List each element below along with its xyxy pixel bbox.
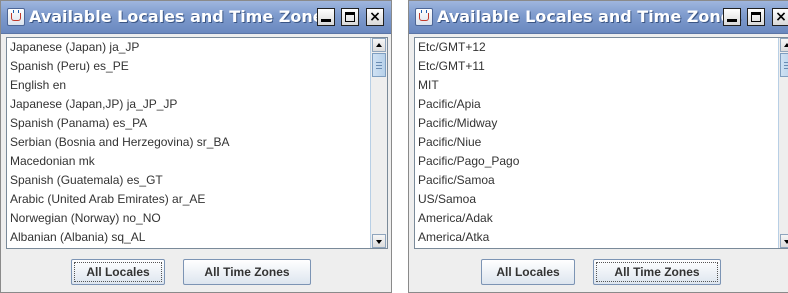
list-item[interactable]: Pacific/Pago_Pago bbox=[415, 152, 778, 171]
vertical-scrollbar[interactable] bbox=[370, 38, 387, 248]
list-item[interactable]: Pacific/Samoa bbox=[415, 171, 778, 190]
list-item[interactable]: Etc/GMT+11 bbox=[415, 57, 778, 76]
java-cup-icon[interactable] bbox=[7, 8, 25, 26]
vertical-scrollbar[interactable] bbox=[778, 38, 788, 248]
list-item[interactable]: Spanish (Peru) es_PE bbox=[7, 57, 370, 76]
list-item[interactable]: Japanese (Japan) ja_JP bbox=[7, 38, 370, 57]
scroll-up-button[interactable] bbox=[372, 38, 386, 52]
java-cup-icon[interactable] bbox=[415, 8, 433, 26]
list-item[interactable]: Japanese (Japan,JP) ja_JP_JP bbox=[7, 95, 370, 114]
list-item[interactable]: Albanian (Albania) sq_AL bbox=[7, 228, 370, 247]
title-bar[interactable]: Available Locales and Time Zones × bbox=[1, 1, 391, 34]
minimize-icon bbox=[321, 19, 331, 22]
list-item[interactable]: Spanish (Guatemala) es_GT bbox=[7, 171, 370, 190]
list-item[interactable]: Pacific/Apia bbox=[415, 95, 778, 114]
scroll-down-button[interactable] bbox=[372, 234, 386, 248]
all-time-zones-button[interactable]: All Time Zones bbox=[183, 259, 311, 285]
list-item[interactable]: America/Atka bbox=[415, 228, 778, 247]
list-item[interactable]: Pacific/Midway bbox=[415, 114, 778, 133]
close-icon: × bbox=[775, 9, 787, 25]
list-item[interactable]: Serbian (Bosnia and Herzegovina) sr_BA bbox=[7, 133, 370, 152]
locales-window: Available Locales and Time Zones × Japan… bbox=[0, 0, 392, 293]
scroll-thumb[interactable] bbox=[780, 53, 788, 77]
maximize-button[interactable] bbox=[341, 8, 359, 26]
time-zone-list[interactable]: Etc/GMT+12 Etc/GMT+11 MIT Pacific/Apia P… bbox=[414, 37, 788, 249]
list-item[interactable]: Pacific/Niue bbox=[415, 133, 778, 152]
all-locales-button[interactable]: All Locales bbox=[481, 259, 575, 285]
scroll-thumb[interactable] bbox=[372, 53, 386, 77]
arrow-up-icon bbox=[376, 43, 382, 47]
all-time-zones-button[interactable]: All Time Zones bbox=[593, 259, 721, 285]
list-item[interactable]: English en bbox=[7, 76, 370, 95]
list-item[interactable]: MIT bbox=[415, 76, 778, 95]
scroll-up-button[interactable] bbox=[780, 38, 788, 52]
maximize-button[interactable] bbox=[747, 8, 765, 26]
minimize-icon bbox=[727, 19, 737, 22]
title-bar[interactable]: Available Locales and Time Zones × bbox=[409, 1, 788, 34]
locale-list[interactable]: Japanese (Japan) ja_JP Spanish (Peru) es… bbox=[6, 37, 388, 249]
window-title: Available Locales and Time Zones bbox=[437, 7, 742, 26]
arrow-up-icon bbox=[784, 43, 788, 47]
scroll-down-button[interactable] bbox=[780, 234, 788, 248]
window-title: Available Locales and Time Zones bbox=[29, 7, 334, 26]
maximize-icon bbox=[345, 12, 355, 22]
list-item[interactable]: Norwegian (Norway) no_NO bbox=[7, 209, 370, 228]
list-item[interactable]: Arabic (United Arab Emirates) ar_AE bbox=[7, 190, 370, 209]
all-locales-button[interactable]: All Locales bbox=[71, 259, 165, 285]
arrow-down-icon bbox=[376, 240, 382, 244]
list-item[interactable]: Spanish (Panama) es_PA bbox=[7, 114, 370, 133]
close-icon: × bbox=[369, 9, 381, 25]
close-button[interactable]: × bbox=[366, 8, 384, 26]
minimize-button[interactable] bbox=[317, 8, 335, 26]
minimize-button[interactable] bbox=[723, 8, 741, 26]
list-item[interactable]: US/Samoa bbox=[415, 190, 778, 209]
close-button[interactable]: × bbox=[772, 8, 788, 26]
time-zones-window: Available Locales and Time Zones × Etc/G… bbox=[408, 0, 788, 293]
list-item[interactable]: America/Adak bbox=[415, 209, 778, 228]
arrow-down-icon bbox=[784, 240, 788, 244]
maximize-icon bbox=[751, 12, 761, 22]
list-item[interactable]: Macedonian mk bbox=[7, 152, 370, 171]
list-item[interactable]: Etc/GMT+12 bbox=[415, 38, 778, 57]
